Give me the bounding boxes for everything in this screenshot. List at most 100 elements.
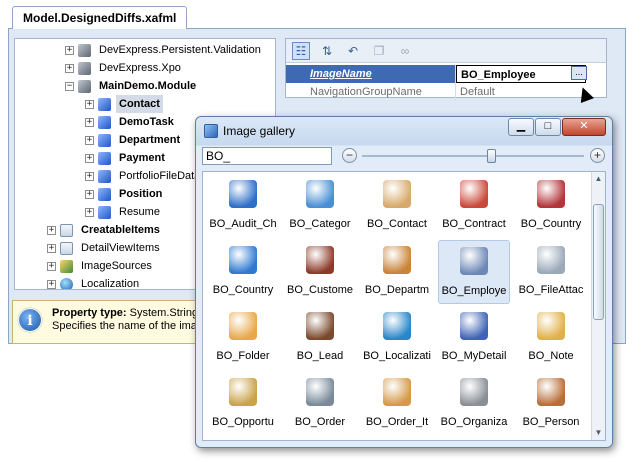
gallery-item[interactable]: BO_Order <box>284 372 356 436</box>
scroll-down-icon[interactable]: ▼ <box>592 426 605 440</box>
gallery-image-icon <box>383 180 411 208</box>
gallery-item[interactable]: BO_Departm <box>361 240 433 304</box>
expand-icon[interactable]: + <box>65 45 74 55</box>
gallery-item[interactable]: BO_FileAttac <box>515 240 587 304</box>
gallery-image-icon <box>460 180 488 208</box>
gallery-item-label: BO_Localizati <box>363 350 431 362</box>
gallery-item[interactable]: BO_Opportu <box>207 372 279 436</box>
gallery-item-label: BO_Country <box>520 218 582 230</box>
expand-icon[interactable]: + <box>85 117 94 127</box>
tree-node[interactable]: − MainDemo.Module <box>65 77 199 95</box>
gallery-item-label: BO_FileAttac <box>518 284 584 296</box>
categorized-icon[interactable]: ☷ <box>292 41 310 60</box>
scrollbar-thumb[interactable] <box>593 204 604 320</box>
gallery-item[interactable]: BO_Order_It <box>361 372 433 436</box>
gallery-search-input[interactable]: BO_ <box>202 147 332 165</box>
tree-node[interactable]: + DevExpress.Persistent.Validation <box>65 41 264 59</box>
tree-node[interactable]: + DemoTask <box>85 113 177 131</box>
gallery-item-label: BO_Contract <box>442 218 506 230</box>
zoom-thumb[interactable] <box>486 149 496 163</box>
blue-node-icon <box>98 151 111 165</box>
gallery-item[interactable]: BO_Custome <box>284 240 356 304</box>
expand-icon[interactable]: + <box>85 153 94 163</box>
blue-node-icon <box>98 169 111 183</box>
tree-node[interactable]: + DetailViewItems <box>47 239 163 257</box>
blue-node-icon <box>98 205 111 219</box>
expand-icon[interactable]: + <box>85 135 94 145</box>
expand-icon[interactable]: + <box>85 189 94 199</box>
gallery-item[interactable]: BO_Lead <box>284 306 356 370</box>
expand-icon[interactable]: + <box>85 99 94 109</box>
gallery-item[interactable]: BO_Categor <box>284 174 356 238</box>
gallery-item[interactable]: BO_Localizati <box>361 306 433 370</box>
gallery-scrollbar[interactable]: ▲ ▼ <box>591 172 605 440</box>
gallery-item-label: BO_Lead <box>296 350 344 362</box>
gallery-item-label: BO_Opportu <box>212 416 274 428</box>
gallery-image-icon <box>306 312 334 340</box>
gallery-image-icon <box>229 246 257 274</box>
zoom-slider[interactable]: − + <box>342 148 606 164</box>
tree-node-label: Resume <box>119 206 160 218</box>
tree-node[interactable]: + PortfolioFileData <box>85 167 203 185</box>
tree-node[interactable]: + CreatableItems <box>47 221 163 239</box>
zoom-in-button[interactable]: + <box>590 148 605 163</box>
tree-node[interactable]: + Contact <box>85 95 163 113</box>
property-value-input[interactable]: BO_Employee <box>456 65 586 83</box>
tree-node[interactable]: + Payment <box>85 149 168 167</box>
expand-icon[interactable]: + <box>65 63 74 73</box>
expand-icon[interactable]: + <box>47 225 56 235</box>
property-row-navigationgroupname[interactable]: NavigationGroupName Default <box>286 83 586 101</box>
expand-icon[interactable]: + <box>47 243 56 253</box>
tree-node[interactable]: + Localization <box>47 275 142 289</box>
gallery-item[interactable]: BO_Country <box>515 174 587 238</box>
tree-node[interactable]: + DevExpress.Xpo <box>65 59 184 77</box>
gallery-image-icon <box>229 312 257 340</box>
collapse-icon[interactable]: − <box>65 81 74 91</box>
expand-icon[interactable]: + <box>85 207 94 217</box>
ellipsis-button[interactable]: ... <box>571 66 587 80</box>
gallery-item[interactable]: BO_MyDetail <box>438 306 510 370</box>
scroll-up-icon[interactable]: ▲ <box>592 172 605 186</box>
copy-icon[interactable]: ❐ <box>370 42 388 60</box>
expand-icon[interactable]: + <box>85 171 94 181</box>
property-grid: ☷ ⇅ ↶ ❐ ∞ ImageName BO_Employee ... Navi… <box>285 38 607 101</box>
gallery-item[interactable]: BO_Audit_Ch <box>207 174 279 238</box>
expand-icon[interactable]: + <box>47 279 56 289</box>
gallery-item[interactable]: BO_Contact <box>361 174 433 238</box>
property-row-imagename[interactable]: ImageName BO_Employee ... <box>286 65 587 83</box>
maximize-button[interactable]: □ <box>535 118 561 136</box>
gallery-item[interactable]: BO_Contract <box>438 174 510 238</box>
tree-node-label: DemoTask <box>119 116 174 128</box>
gallery-item[interactable]: BO_Note <box>515 306 587 370</box>
property-name: NavigationGroupName <box>286 83 456 101</box>
gallery-item-label: BO_Departm <box>364 284 430 296</box>
gallery-item[interactable]: BO_Country <box>207 240 279 304</box>
property-type-label: Property type: <box>52 307 127 319</box>
tree-node[interactable]: + ImageSources <box>47 257 155 275</box>
grey-node-icon <box>78 61 91 75</box>
status-text: Property type: System.String Specifies t… <box>52 307 202 333</box>
minimize-button[interactable]: ▁ <box>508 118 534 136</box>
close-button[interactable]: ✕ <box>562 118 606 136</box>
gallery-item[interactable]: BO_Employe <box>438 240 510 304</box>
property-type-value: System.String <box>129 307 199 319</box>
sort-az-icon[interactable]: ⇅ <box>318 42 336 60</box>
tree-node[interactable]: + Position <box>85 185 165 203</box>
gallery-item[interactable]: BO_Organiza <box>438 372 510 436</box>
tree-node[interactable]: + Resume <box>85 203 163 221</box>
expand-icon[interactable]: + <box>47 261 56 271</box>
link-icon[interactable]: ∞ <box>396 42 414 60</box>
tree-node-label: DevExpress.Xpo <box>99 62 181 74</box>
gallery-item[interactable]: BO_Folder <box>207 306 279 370</box>
undo-icon[interactable]: ↶ <box>344 42 362 60</box>
gallery-item[interactable]: BO_Person <box>515 372 587 436</box>
tree-node-label: Payment <box>119 152 165 164</box>
zoom-out-button[interactable]: − <box>342 148 357 163</box>
document-tab[interactable]: Model.DesignedDiffs.xafml <box>12 6 188 29</box>
tree-node[interactable]: + Department <box>85 131 183 149</box>
tree-node-label: Contact <box>116 95 163 113</box>
img-node-icon <box>60 259 73 273</box>
property-value[interactable]: Default <box>456 83 586 101</box>
gallery-item-label: BO_Order_It <box>365 416 429 428</box>
zoom-track-line <box>362 155 584 157</box>
